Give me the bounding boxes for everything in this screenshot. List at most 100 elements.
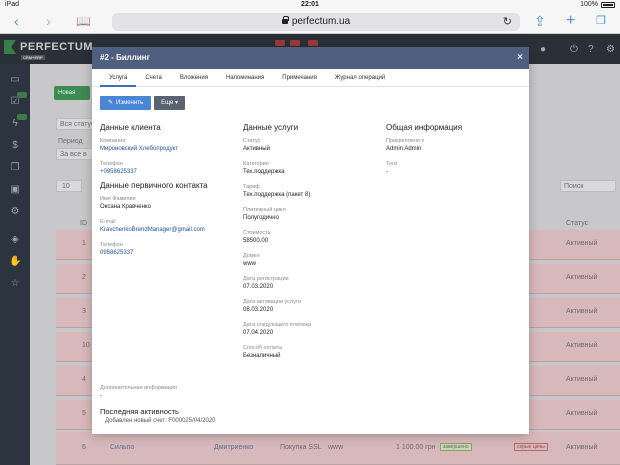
additional-info-value: - [100,393,102,399]
category-value: Тех.поддержка [243,169,285,175]
client-phone-label: Телефон [100,161,123,167]
domain-label: Домен [243,253,260,259]
notification-badge [308,40,318,46]
search-input[interactable]: Поиск [560,180,616,192]
next-payment-label: Дата следующего платежа [243,322,312,328]
billing-modal: #2 - Биллинг × Услуга Счета Вложения Нап… [92,47,529,434]
battery-percent: 100% [580,1,598,8]
contact-phone-label: Телефон [100,242,123,248]
modal-title: #2 - Биллинг [100,53,150,62]
client-phone-link[interactable]: +0958625337 [100,169,240,175]
modal-tabs: Услуга Счета Вложения Напоминания Примеч… [92,69,529,87]
cost-value: 58500.00 [243,238,269,244]
briefcase-icon[interactable]: ▣ [9,184,21,196]
per-page-select[interactable]: 10 [56,180,82,192]
contact-email-link[interactable]: KravchenkoBrendManager@gmail.com [100,227,240,233]
id-column-header: ID [80,220,87,227]
browser-toolbar: ‹ › 📖 perfectum.ua ↻ ⇪ + ❐ [0,10,620,34]
activity-title: Последняя активность [100,407,179,416]
activation-date-label: Дата активации услуги [243,299,302,305]
activation-date-value: 08.03.2020 [243,307,274,313]
pencil-icon: ✎ [108,100,114,106]
forward-icon[interactable]: › [46,14,51,28]
client-section-title: Данные клиента [100,123,161,132]
address-bar[interactable]: perfectum.ua ↻ [112,13,520,31]
notification-badge [275,40,285,46]
last-activity: Последняя активность Добавлен новый счет… [100,407,215,424]
period-label: Период [58,138,83,145]
clock: 22:01 [301,1,319,8]
tab-reminders[interactable]: Напоминания [217,69,273,86]
cost-label: Стоимость [243,230,271,236]
tags-value: - [386,169,388,175]
tab-notes[interactable]: Примечания [273,69,326,86]
status-column-header: Статус [566,220,589,227]
company-link[interactable]: Мироновский Хлебопродукт [100,146,240,152]
next-payment-value: 07.04.2020 [243,330,274,336]
additional-info: Дополнительная информация - [100,385,177,408]
tariff-value: Тех.поддержка (пакет 8) [243,192,311,198]
tab-operations-log[interactable]: Журнал операций [326,69,394,86]
modal-actions: ✎ Изменить Еще ▾ [100,96,186,110]
payment-cycle-value: Полугодично [243,215,279,221]
tab-attachments[interactable]: Вложения [171,69,217,86]
company-label: Компания [100,138,126,144]
layers-icon[interactable]: ◈ [9,234,21,246]
dollar-icon[interactable]: $ [9,140,21,152]
status-filter[interactable]: Вся статус [56,118,96,130]
app-sidebar: ▭ ☑ ϟ $ ❐ ▣ ⚙ ◈ ✋ ☆ [0,64,30,465]
payment-method-value: Безналичный [243,353,281,359]
tab-invoices[interactable]: Счета [136,69,171,86]
new-tab-icon[interactable]: + [566,13,575,29]
share-icon[interactable]: ⇪ [534,14,546,28]
service-section-title: Данные услуги [243,123,299,132]
star-icon[interactable]: ☆ [9,278,21,290]
contact-name: Оксана Кравченко [100,204,151,210]
service-column: Данные услуги Статус Активный Категория … [243,123,383,368]
url-text: perfectum.ua [291,16,351,27]
back-icon[interactable]: ‹ [14,14,19,28]
avatar-icon[interactable]: ● [540,44,546,55]
modal-header: #2 - Биллинг × [92,47,529,69]
notification-badge [290,40,300,46]
registration-date-label: Дата регистрации [243,276,289,282]
status-value: Активный [243,146,270,152]
battery-icon [601,1,615,8]
period-select[interactable]: За все в [56,148,96,160]
reload-icon[interactable]: ↻ [503,13,512,31]
tariff-label: Тариф [243,184,260,190]
more-button[interactable]: Еще ▾ [154,96,186,110]
domain-value: www [243,261,256,267]
new-record-button[interactable]: Новая [54,86,90,100]
counter-badge [17,92,27,98]
close-icon[interactable]: × [517,47,523,69]
edit-button[interactable]: ✎ Изменить [100,96,152,110]
logo-subtitle: CRM+ERP [21,55,45,60]
table-row[interactable]: 6 Сильпо Дмитриенко Покупка SSL www 1 10… [56,432,620,465]
client-column: Данные клиента Компания Мироновский Хлеб… [100,123,240,265]
general-column: Общая информация Прикреплено к Admin Adm… [386,123,521,184]
help-icon[interactable]: ? [588,44,594,55]
settings-icon[interactable]: ⚙ [606,44,615,55]
bookmarks-icon[interactable]: 📖 [76,14,91,28]
battery-indicator: 100% [580,1,615,8]
tabs-icon[interactable]: ❐ [596,14,606,28]
monitor-icon[interactable]: ▭ [9,74,21,86]
category-label: Категория [243,161,269,167]
logo-mark-icon [4,40,16,54]
registration-date-value: 07.03.2020 [243,284,274,290]
lock-icon [281,16,289,24]
copy-icon[interactable]: ❐ [9,162,21,174]
contact-phone-link[interactable]: 0958625337 [100,250,240,256]
gear-icon[interactable]: ⚙ [9,206,21,218]
status-label: Статус [243,138,261,144]
hand-icon[interactable]: ✋ [9,256,21,268]
assigned-label: Прикреплено к [386,138,424,144]
payment-method-label: Способ оплаты [243,345,283,351]
tab-service[interactable]: Услуга [100,69,137,87]
power-icon[interactable]: ⏻ [570,44,578,55]
contact-email-label: E-mail [100,219,116,225]
additional-info-label: Дополнительная информация [100,385,177,391]
counter-badge [17,114,27,120]
ios-status-bar: iPad 22:01 100% [0,0,620,10]
